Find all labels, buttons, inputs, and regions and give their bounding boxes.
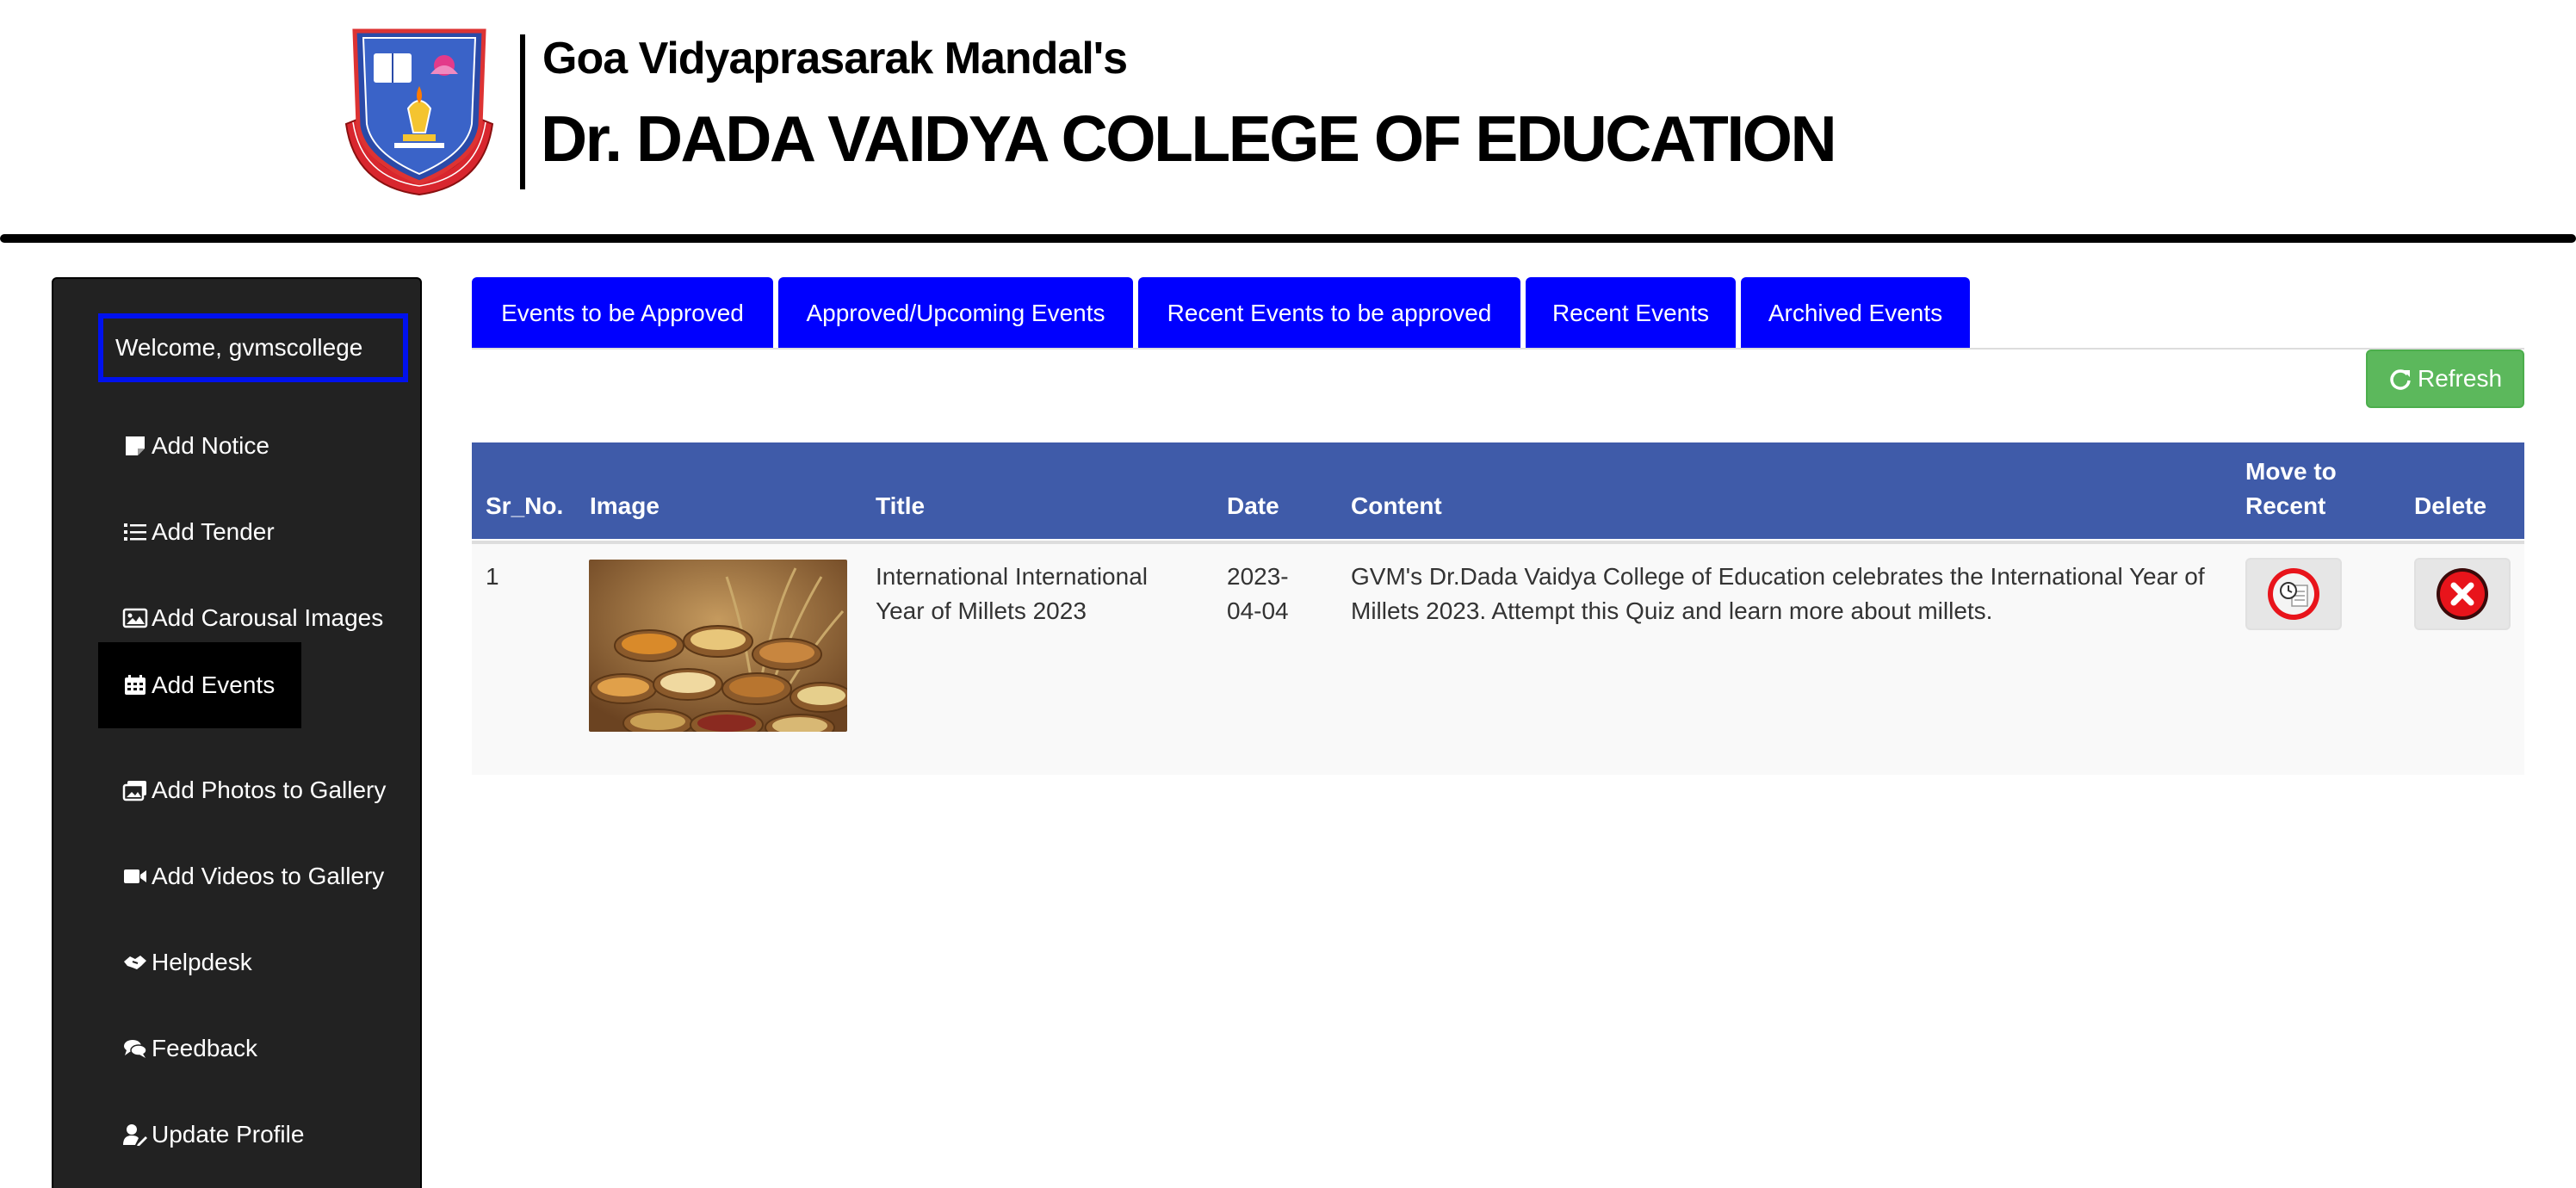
header-divider: [520, 34, 525, 189]
title-line: International International: [876, 563, 1148, 590]
delete-button[interactable]: [2414, 558, 2511, 630]
clock-document-icon: [2268, 568, 2319, 620]
sidebar-item-label: Update Profile: [152, 1121, 305, 1148]
video-icon: [122, 865, 148, 888]
refresh-button[interactable]: Refresh: [2366, 350, 2524, 408]
list-icon: [122, 521, 148, 543]
refresh-icon: [2390, 369, 2411, 390]
sidebar-item-helpdesk[interactable]: Helpdesk: [98, 919, 276, 1005]
column-header-sr-no: Sr_No.: [486, 492, 564, 519]
sidebar-item-label: Feedback: [152, 1035, 257, 1061]
tab-recent-events-to-be-approved[interactable]: Recent Events to be approved: [1138, 277, 1520, 350]
column-header-content: Content: [1351, 492, 1442, 519]
delete-icon: [2437, 568, 2488, 620]
calendar-icon: [122, 674, 148, 696]
column-header-title: Title: [876, 492, 926, 519]
sidebar-item-add-notice[interactable]: Add Notice: [98, 403, 294, 489]
sidebar-item-label: Add Carousal Images: [152, 604, 384, 631]
tab-events-to-be-approved[interactable]: Events to be Approved: [472, 277, 773, 350]
sidebar-item-add-events[interactable]: Add Events: [98, 642, 301, 728]
welcome-banner[interactable]: Welcome, gvmscollege: [98, 313, 408, 382]
header-rule: [0, 234, 2576, 243]
header-line: Move to: [2245, 458, 2337, 485]
column-header-delete: Delete: [2414, 492, 2487, 519]
sidebar-item-label: Add Notice: [152, 432, 269, 459]
cell-content: GVM's Dr.Dada Vaidya College of Educatio…: [1351, 560, 2205, 628]
college-name: Dr. DADA VAIDYA COLLEGE OF EDUCATION: [541, 102, 1837, 175]
sticky-note-icon: [122, 435, 148, 457]
tab-archived-events[interactable]: Archived Events: [1741, 277, 1970, 350]
image-icon: [122, 607, 148, 629]
admin-sidebar: Welcome, gvmscollege Add Notice Add Tend…: [52, 277, 422, 1188]
college-logo: [344, 28, 494, 196]
move-to-recent-button[interactable]: [2245, 558, 2342, 630]
column-header-image: Image: [590, 492, 659, 519]
tab-approved-upcoming-events[interactable]: Approved/Upcoming Events: [778, 277, 1133, 350]
org-name: Goa Vidyaprasarak Mandal's: [542, 34, 1128, 84]
comments-icon: [122, 1037, 148, 1060]
tab-recent-events[interactable]: Recent Events: [1526, 277, 1736, 350]
images-icon: [122, 779, 148, 801]
table-header: Sr_No. Image Title Date Content Move to …: [472, 442, 2524, 539]
handshake-icon: [122, 951, 148, 974]
date-line: 2023-: [1227, 563, 1289, 590]
sidebar-item-add-tender[interactable]: Add Tender: [98, 489, 299, 575]
sidebar-item-label: Add Tender: [152, 518, 275, 545]
column-header-date: Date: [1227, 492, 1279, 519]
refresh-label: Refresh: [2417, 365, 2503, 392]
table-row: 1 International International Year of Mi…: [472, 541, 2524, 775]
user-edit-icon: [122, 1123, 148, 1146]
sidebar-item-update-profile[interactable]: Update Profile: [98, 1092, 328, 1178]
cell-sr-no: 1: [486, 563, 499, 590]
sidebar-item-add-photos-to-gallery[interactable]: Add Photos to Gallery: [98, 747, 410, 833]
cell-title: International International Year of Mill…: [876, 560, 1148, 628]
sidebar-item-feedback[interactable]: Feedback: [98, 1005, 282, 1092]
header-line: Recent: [2245, 492, 2326, 519]
date-line: 04-04: [1227, 597, 1289, 624]
site-header: Goa Vidyaprasarak Mandal's Dr. DADA VAID…: [0, 0, 2576, 246]
sidebar-item-label: Add Events: [152, 671, 276, 698]
content-line: Millets 2023. Attempt this Quiz and lear…: [1351, 597, 1993, 624]
sidebar-item-add-videos-to-gallery[interactable]: Add Videos to Gallery: [98, 833, 408, 919]
content-line: GVM's Dr.Dada Vaidya College of Educatio…: [1351, 563, 2205, 590]
title-line: Year of Millets 2023: [876, 597, 1087, 624]
event-thumbnail: [589, 560, 847, 732]
sidebar-item-label: Helpdesk: [152, 949, 252, 975]
cell-date: 2023- 04-04: [1227, 560, 1289, 628]
tab-divider: [472, 348, 2524, 350]
sidebar-item-label: Add Videos to Gallery: [152, 863, 385, 889]
sidebar-item-label: Add Photos to Gallery: [152, 777, 387, 803]
column-header-move-to-recent: Move to Recent: [2245, 455, 2337, 523]
